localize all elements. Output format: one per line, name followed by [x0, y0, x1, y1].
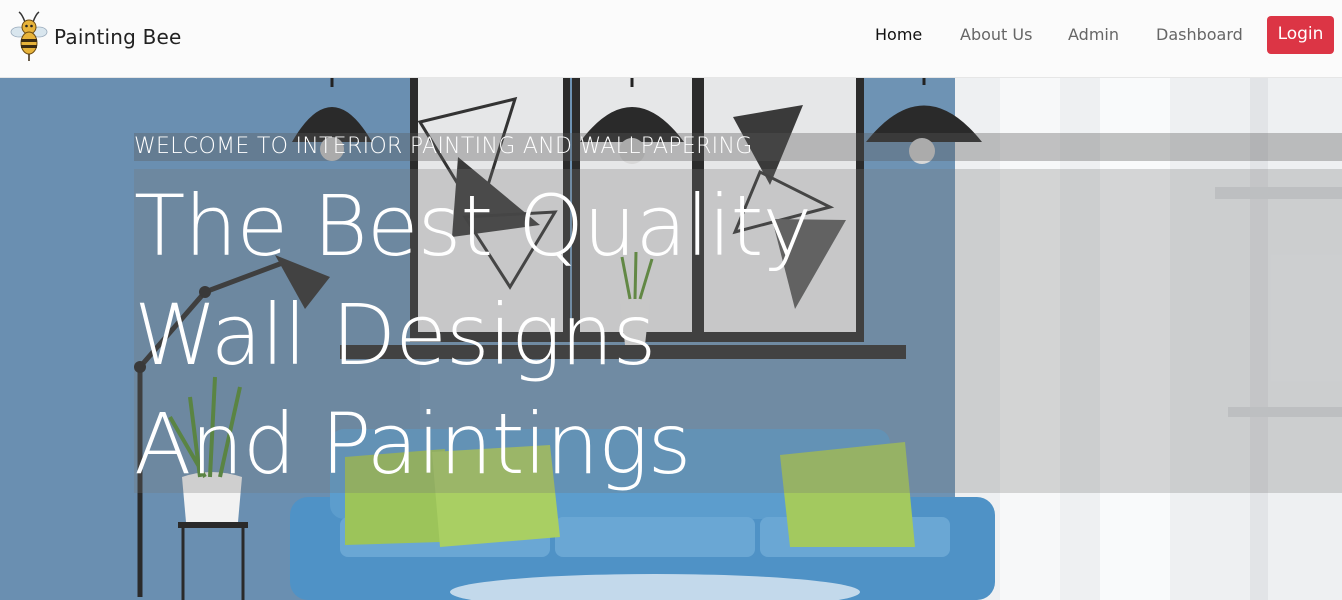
headline-line: And Paintings	[134, 395, 691, 493]
headline-line: Wall Designs	[134, 286, 656, 384]
bee-icon	[10, 11, 48, 61]
login-button[interactable]: Login	[1267, 16, 1334, 54]
hero-welcome-text: WELCOME TO INTERIOR PAINTING AND WALLPAP…	[134, 134, 753, 159]
nav-home-link[interactable]: Home	[875, 25, 922, 44]
nav-dashboard-link[interactable]: Dashboard	[1156, 25, 1243, 44]
headline-line: The Best Quality	[134, 177, 812, 275]
nav-admin-link[interactable]: Admin	[1068, 25, 1119, 44]
hero-headline: The Best Quality Wall Designs And Painti…	[134, 172, 812, 499]
hero-section: WELCOME TO INTERIOR PAINTING AND WALLPAP…	[0, 77, 1342, 600]
nav-about-link[interactable]: About Us	[960, 25, 1032, 44]
brand[interactable]: Painting Bee	[10, 9, 182, 65]
top-navbar: Painting Bee Home About Us Admin Dashboa…	[0, 0, 1342, 77]
brand-name: Painting Bee	[54, 25, 182, 49]
